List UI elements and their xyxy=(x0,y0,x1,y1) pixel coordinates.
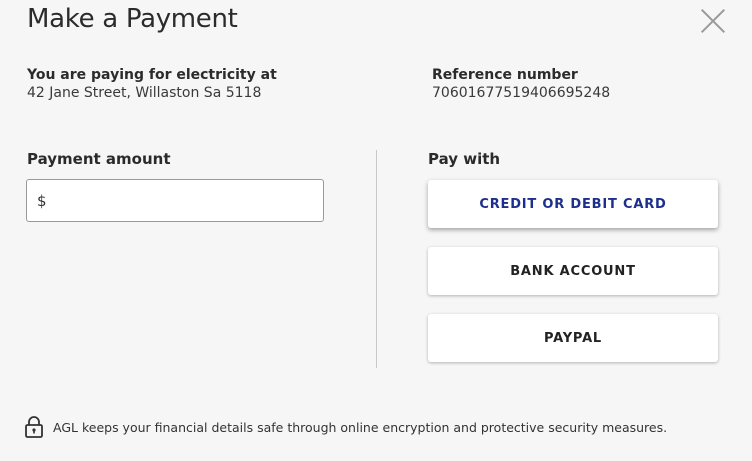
reference-value: 70601677519406695248 xyxy=(432,85,611,101)
address-value: 42 Jane Street, Willaston Sa 5118 xyxy=(27,85,262,101)
pay-with-label: Pay with xyxy=(428,150,501,168)
payment-amount-label: Payment amount xyxy=(27,150,171,168)
lock-icon xyxy=(25,416,43,438)
paypal-button[interactable]: PAYPAL xyxy=(428,314,718,362)
payment-amount-input[interactable] xyxy=(46,191,323,210)
reference-label: Reference number xyxy=(432,67,578,83)
credit-debit-card-button[interactable]: CREDIT OR DEBIT CARD xyxy=(428,180,718,228)
reference-block: Reference number 70601677519406695248 xyxy=(432,67,610,101)
bank-account-button[interactable]: BANK ACCOUNT xyxy=(428,247,718,295)
dialog-title: Make a Payment xyxy=(27,4,238,34)
paying-for-block: You are paying for electricity at 42 Jan… xyxy=(27,67,277,101)
close-icon[interactable] xyxy=(700,8,726,34)
payment-amount-field[interactable]: $ xyxy=(26,179,324,222)
paying-for-label: You are paying for electricity at xyxy=(27,67,277,83)
column-divider xyxy=(376,150,377,368)
security-note-text: AGL keeps your financial details safe th… xyxy=(53,419,668,435)
currency-prefix: $ xyxy=(37,191,47,210)
security-note: AGL keeps your financial details safe th… xyxy=(24,416,667,438)
